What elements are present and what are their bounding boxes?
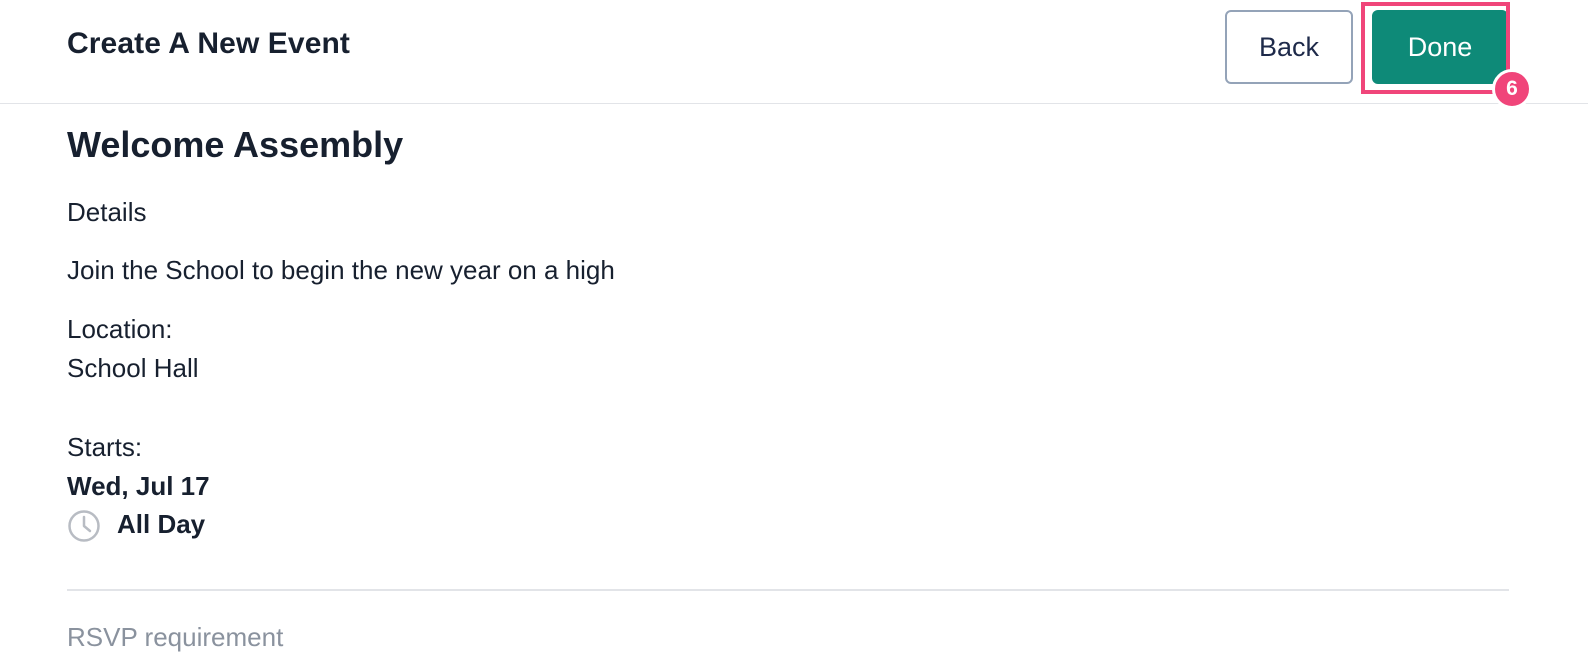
details-label: Details <box>67 197 147 227</box>
event-title: Welcome Assembly <box>67 124 404 165</box>
start-time: All Day <box>117 509 206 539</box>
section-divider <box>67 589 1509 591</box>
rsvp-requirement-label: RSVP requirement <box>67 622 284 652</box>
location-value: School Hall <box>67 353 199 383</box>
clock-icon <box>68 510 100 542</box>
done-button[interactable]: Done <box>1372 10 1508 84</box>
start-date: Wed, Jul 17 <box>67 471 210 501</box>
step-badge: 6 <box>1492 69 1532 109</box>
page-header: Create A New Event Back Done 6 <box>0 0 1588 109</box>
starts-label: Starts: <box>67 432 143 462</box>
page-title: Create A New Event <box>67 27 351 60</box>
event-description: Join the School to begin the new year on… <box>67 255 615 285</box>
location-label: Location: <box>67 314 173 344</box>
back-button[interactable]: Back <box>1225 10 1353 84</box>
